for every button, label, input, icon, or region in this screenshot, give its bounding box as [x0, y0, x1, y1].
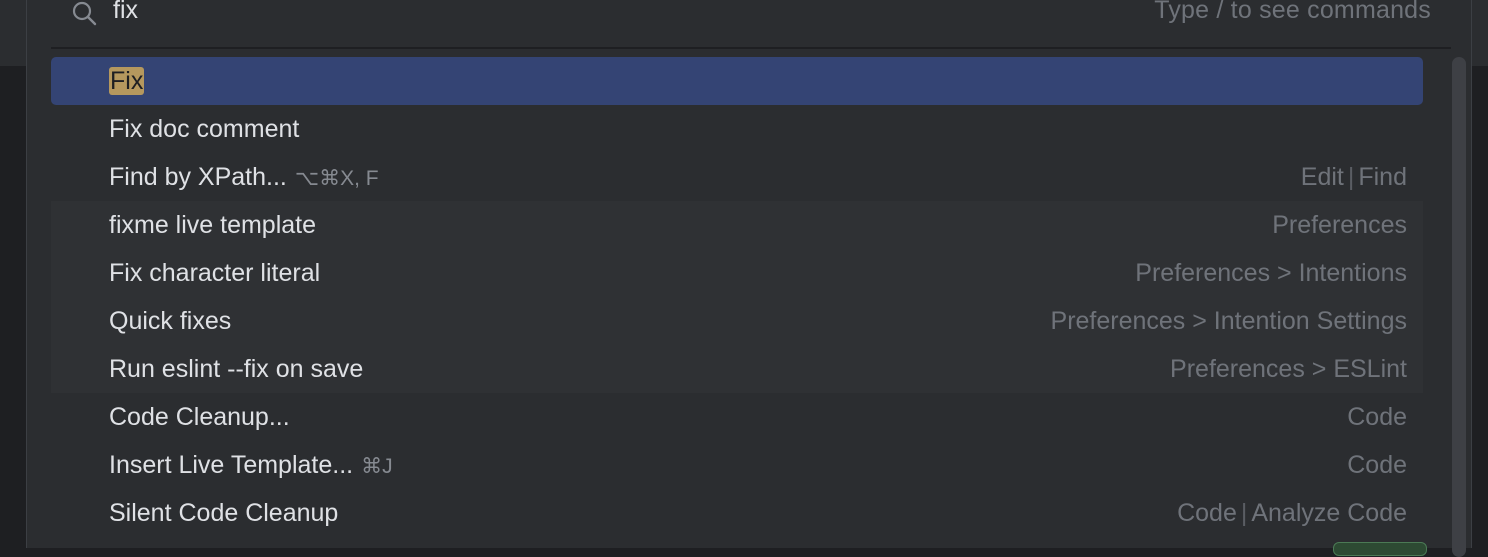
- result-label: Code Cleanup...: [109, 403, 290, 432]
- result-row[interactable]: fixme live template Preferences: [51, 201, 1423, 249]
- keyboard-shortcut: ⌥⌘X, F: [294, 167, 379, 190]
- location-segment: Code: [1347, 403, 1407, 431]
- result-text: fixme live template: [109, 211, 317, 239]
- result-label: Silent Code Cleanup: [109, 499, 338, 528]
- location-segment: Find: [1358, 163, 1407, 191]
- result-location: Preferences > ESLint: [1170, 355, 1407, 384]
- result-location: Code: [1347, 403, 1407, 432]
- location-separator: |: [1240, 499, 1248, 527]
- result-location: Code | Analyze Code: [1177, 499, 1407, 528]
- keyboard-shortcut: ⌘J: [361, 455, 393, 478]
- location-segment: Preferences > ESLint: [1170, 355, 1407, 383]
- result-text: Insert Live Template...: [109, 451, 354, 479]
- scrollbar[interactable]: [1452, 57, 1466, 557]
- result-label: Fix character literal: [109, 259, 320, 288]
- result-text: Fix character literal: [109, 259, 321, 287]
- result-label: Insert Live Template... ⌘J: [109, 451, 393, 480]
- location-segment: Analyze Code: [1251, 499, 1407, 527]
- result-label: Find by XPath... ⌥⌘X, F: [109, 163, 379, 192]
- result-label: fixme live template: [109, 211, 316, 240]
- result-text: Run eslint --fix on save: [109, 355, 364, 383]
- result-row[interactable]: Quick fixes Preferences > Intention Setti…: [51, 297, 1423, 345]
- location-segment: Preferences > Intention Settings: [1050, 307, 1407, 335]
- status-badge: [1333, 542, 1427, 556]
- location-segment: Preferences: [1272, 211, 1407, 239]
- result-location: Edit | Find: [1301, 163, 1407, 192]
- location-separator: |: [1347, 163, 1355, 191]
- result-text: Quick fixes: [109, 307, 232, 335]
- search-input[interactable]: [113, 0, 913, 30]
- location-segment: Edit: [1300, 163, 1344, 191]
- result-location: Preferences: [1272, 211, 1407, 240]
- result-label: Fix: [109, 67, 145, 96]
- result-text: Fix doc comment: [109, 115, 300, 143]
- result-row[interactable]: Silent Code Cleanup Code | Analyze Code: [51, 489, 1423, 537]
- result-label: Fix doc comment: [109, 115, 299, 144]
- location-segment: Preferences > Intentions: [1135, 259, 1407, 287]
- search-icon: [72, 1, 97, 26]
- search-hint: Type / to see commands: [1154, 0, 1431, 24]
- location-segment: Code: [1347, 451, 1407, 479]
- result-label: Run eslint --fix on save: [109, 355, 363, 384]
- result-text: Find by XPath...: [109, 163, 287, 191]
- result-row[interactable]: Insert Live Template... ⌘J Code: [51, 441, 1423, 489]
- location-segment: Code: [1177, 499, 1237, 527]
- result-row[interactable]: Fix doc comment: [51, 105, 1423, 153]
- result-location: Code: [1347, 451, 1407, 480]
- result-location: Preferences > Intention Settings: [1051, 307, 1407, 336]
- result-row[interactable]: Run eslint --fix on save Preferences > ES…: [51, 345, 1423, 393]
- result-text: Silent Code Cleanup: [109, 499, 339, 527]
- result-row[interactable]: Find by XPath... ⌥⌘X, F Edit | Find: [51, 153, 1423, 201]
- result-row[interactable]: Code Cleanup... Code: [51, 393, 1423, 441]
- result-row[interactable]: Fix: [51, 57, 1423, 105]
- result-label: Quick fixes: [109, 307, 231, 336]
- result-text: Code Cleanup...: [109, 403, 290, 431]
- results-list: Fix Fix doc comment Find by XPath... ⌥⌘X, F…: [27, 57, 1447, 537]
- search-divider: [51, 47, 1451, 49]
- search-row: Type / to see commands: [27, 0, 1471, 48]
- search-everywhere-popup: Type / to see commands Fix Fix doc commen…: [26, 0, 1472, 557]
- result-location: Preferences > Intentions: [1135, 259, 1407, 288]
- result-row[interactable]: Fix character literal Preferences > Inten…: [51, 249, 1423, 297]
- match-highlight: Fix: [109, 67, 145, 95]
